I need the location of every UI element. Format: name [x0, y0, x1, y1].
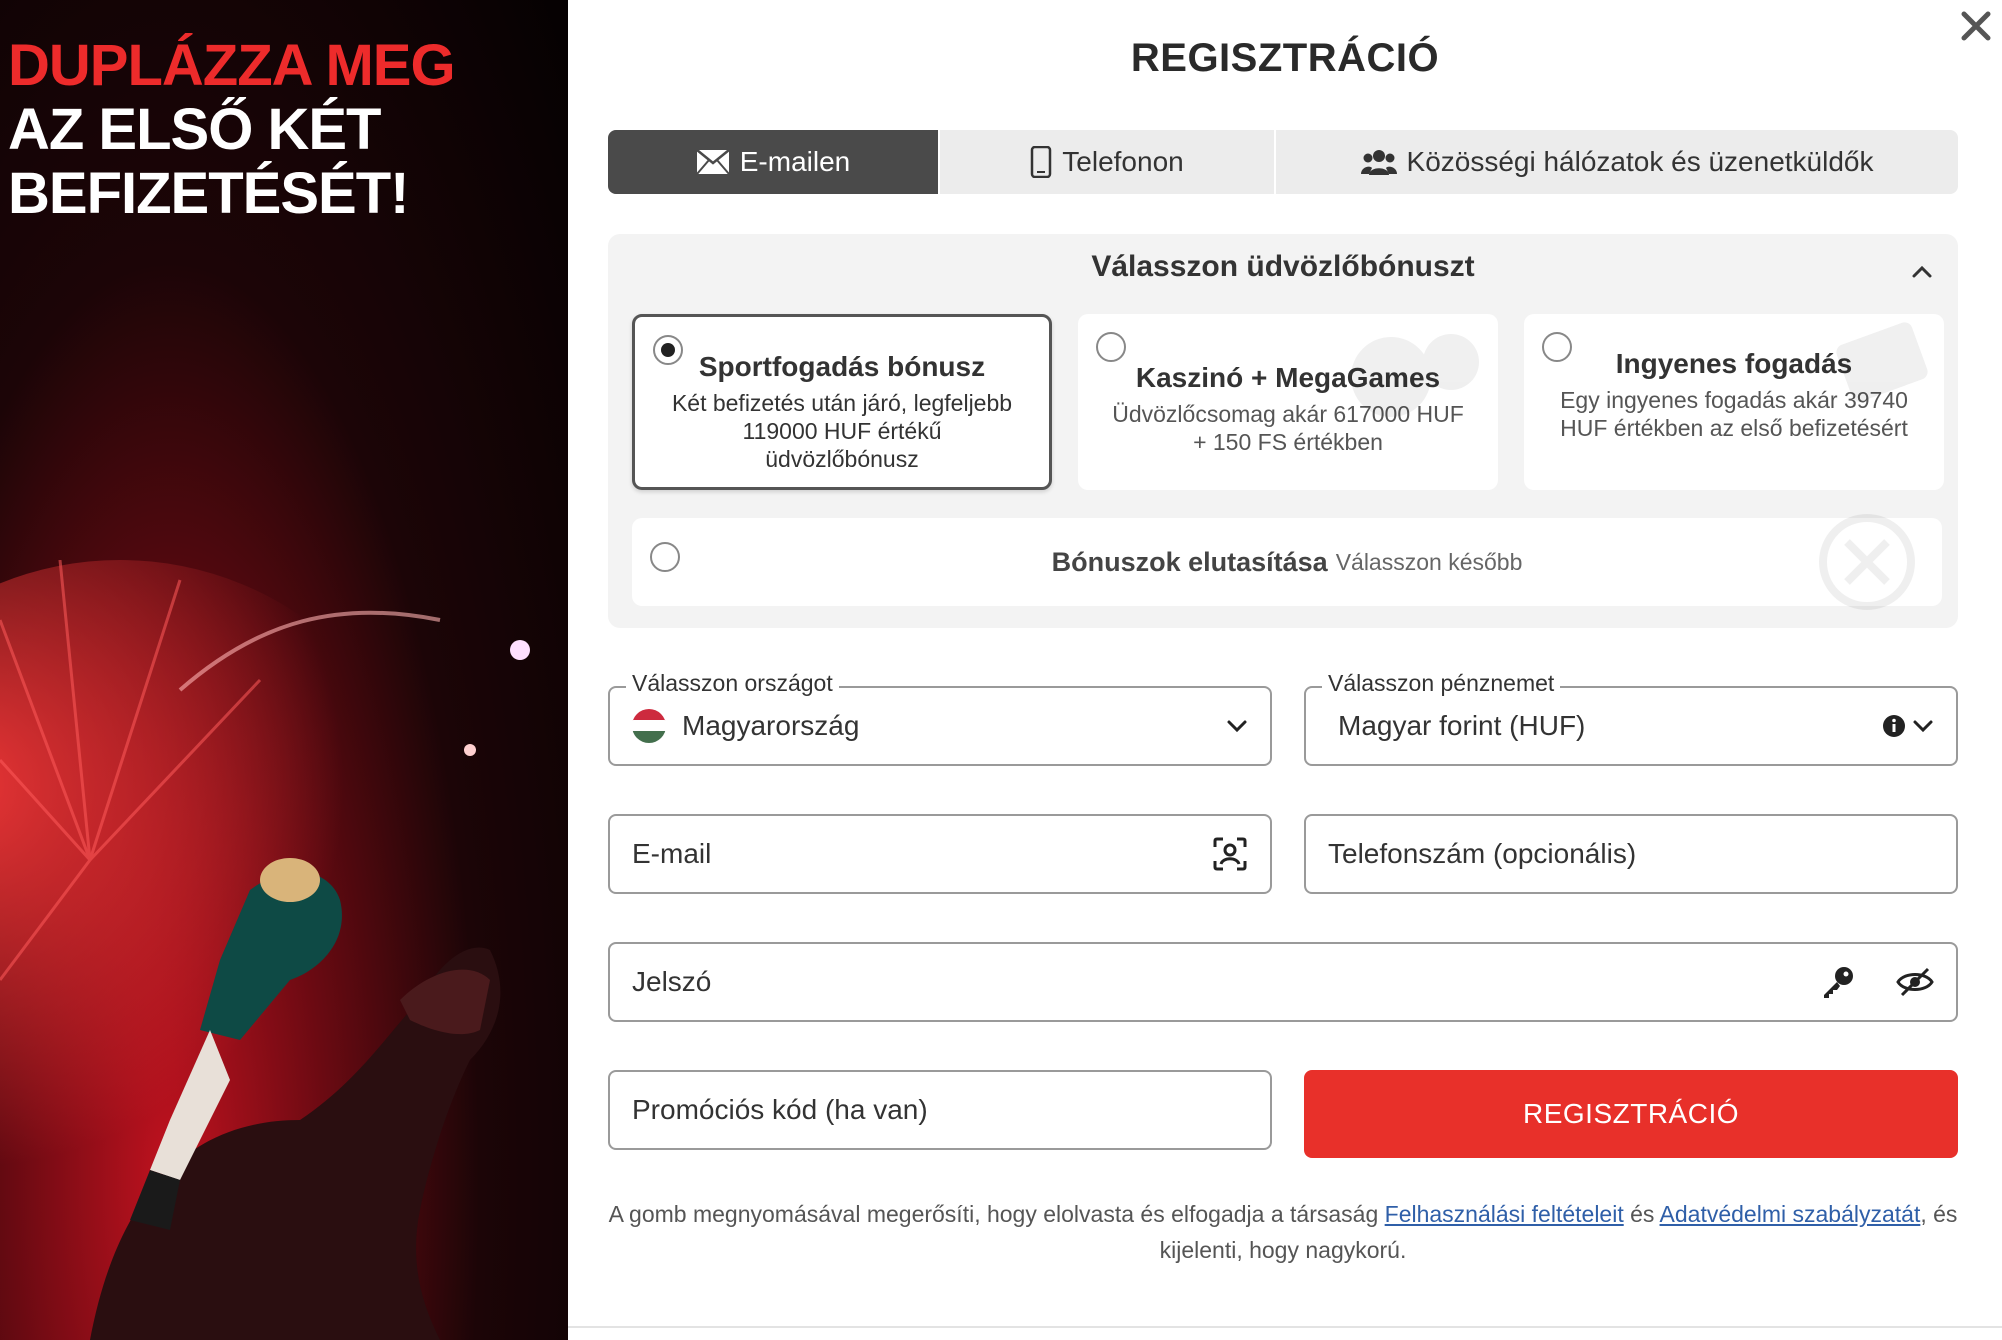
welcome-bonus-section: Válasszon üdvözlőbónuszt Sportfogadás bó…	[608, 234, 1958, 628]
registration-modal: REGISZTRÁCIÓ E-mailen Telefonon Közösség…	[568, 0, 2002, 1340]
mobile-phone-icon	[1031, 146, 1052, 178]
privacy-policy-link[interactable]: Adatvédelmi szabályzatát	[1660, 1201, 1921, 1227]
tab-social-label: Közösségi hálózatok és üzenetküldők	[1406, 146, 1874, 177]
tab-email-label: E-mailen	[739, 146, 851, 177]
tab-phone[interactable]: Telefonon	[938, 130, 1276, 194]
legal-notice: A gomb megnyomásával megerősíti, hogy el…	[608, 1196, 1958, 1268]
tab-phone-label: Telefonon	[1062, 146, 1184, 177]
bonus-option-decline[interactable]: Bónuszok elutasítása Válasszon később	[632, 514, 1942, 610]
bonus-option-desc: Két befizetés után járó, legfeljebb 1190…	[671, 390, 1013, 472]
promo-line-1: DUPLÁZZA MEG	[8, 33, 456, 98]
promo-headline: DUPLÁZZA MEG AZ ELSŐ KÉT BEFIZETÉSÉT!	[8, 33, 456, 226]
bonus-heading: Válasszon üdvözlőbónuszt	[1091, 250, 1475, 283]
email-field[interactable]: E-mail	[608, 814, 1272, 894]
password-field[interactable]: Jelszó	[608, 942, 1958, 1022]
password-placeholder: Jelszó	[632, 966, 712, 997]
phone-field[interactable]: Telefonszám (opcionális)	[1304, 814, 1958, 894]
radio-selected-icon[interactable]	[653, 335, 683, 365]
radio-unselected-icon[interactable]	[650, 542, 680, 572]
currency-legend: Válasszon pénznemet	[1322, 670, 1561, 697]
users-icon	[1360, 150, 1397, 175]
decline-x-icon	[1819, 514, 1915, 610]
chevron-down-icon[interactable]	[1226, 719, 1248, 733]
promo-line-2: AZ ELSŐ KÉT	[8, 97, 381, 162]
hungary-flag-icon	[632, 709, 666, 743]
tab-email[interactable]: E-mailen	[608, 130, 938, 194]
promo-line-3: BEFIZETÉSÉT!	[8, 161, 409, 226]
envelope-icon	[695, 149, 730, 175]
country-value: Magyarország	[682, 710, 860, 741]
country-legend: Válasszon országot	[626, 670, 839, 697]
face-scan-icon[interactable]	[1212, 836, 1248, 872]
promo-code-placeholder: Promóciós kód (ha van)	[632, 1094, 928, 1125]
legal-text-1: A gomb megnyomásával megerősíti, hogy el…	[608, 1201, 1385, 1227]
phone-placeholder: Telefonszám (opcionális)	[1328, 838, 1637, 869]
casino-chips-icon	[1351, 334, 1479, 417]
modal-title: REGISZTRÁCIÓ	[1130, 36, 1440, 80]
decline-subtitle: Válasszon később	[1335, 548, 1523, 575]
chevron-down-icon[interactable]	[1912, 719, 1934, 733]
currency-value: Magyar forint (HUF)	[1338, 710, 1586, 741]
bonus-option-free-bet[interactable]: Ingyenes fogadás Egy ingyenes fogadás ak…	[1524, 314, 1944, 490]
radio-unselected-icon[interactable]	[1096, 332, 1126, 362]
registration-method-tabs: E-mailen Telefonon Közösségi hálózatok é…	[608, 130, 1958, 194]
ticket-icon	[1836, 322, 1928, 402]
key-icon[interactable]	[1820, 964, 1856, 1000]
decline-title: Bónuszok elutasítása	[1051, 546, 1328, 577]
email-placeholder: E-mail	[632, 838, 712, 869]
info-icon[interactable]	[1882, 714, 1906, 738]
divider	[568, 1326, 2002, 1328]
bonus-option-title: Sportfogadás bónusz	[698, 351, 986, 382]
horse-racing-illustration	[0, 560, 530, 1340]
promo-banner: DUPLÁZZA MEG AZ ELSŐ KÉT BEFIZETÉSÉT!	[0, 0, 568, 1340]
terms-link[interactable]: Felhasználási feltételeit	[1385, 1201, 1624, 1227]
eye-slash-icon[interactable]	[1896, 967, 1934, 997]
legal-text-2: és	[1623, 1201, 1660, 1227]
promo-code-field[interactable]: Promóciós kód (ha van)	[608, 1070, 1272, 1150]
currency-select[interactable]: Válasszon pénznemet Magyar forint (HUF)	[1304, 670, 1958, 766]
country-select[interactable]: Válasszon országot Magyarország	[608, 670, 1272, 766]
bonus-option-sports[interactable]: Sportfogadás bónusz Két befizetés után j…	[632, 314, 1052, 490]
chevron-up-icon[interactable]	[1906, 256, 1938, 288]
bonus-option-casino[interactable]: Kaszinó + MegaGames Üdvözlőcsomag akár 6…	[1078, 314, 1498, 490]
radio-unselected-icon[interactable]	[1542, 332, 1572, 362]
tab-social[interactable]: Közösségi hálózatok és üzenetküldők	[1276, 130, 1958, 194]
register-button[interactable]: REGISZTRÁCIÓ	[1304, 1070, 1958, 1158]
